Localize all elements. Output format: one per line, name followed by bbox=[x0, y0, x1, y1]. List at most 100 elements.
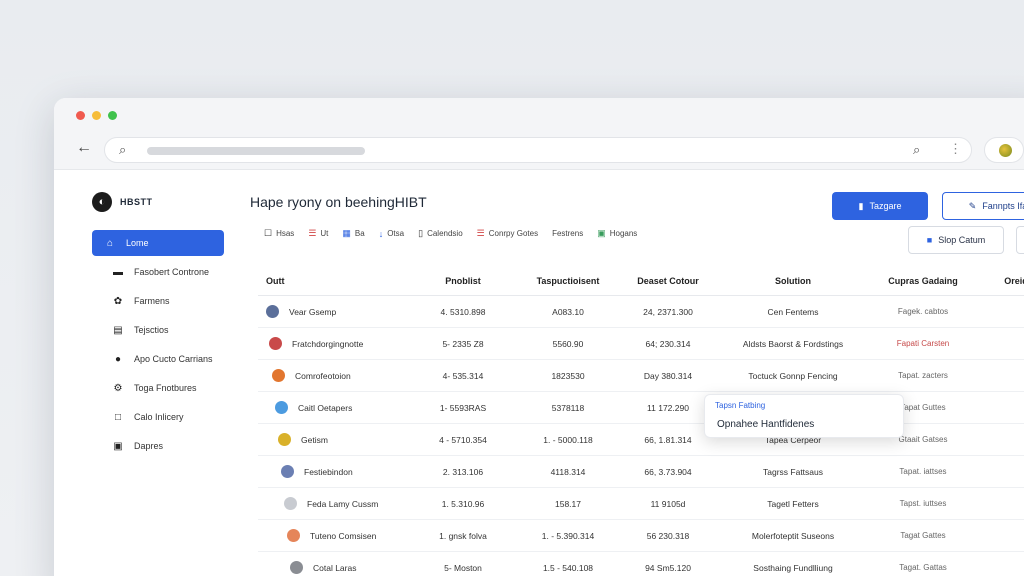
table-cell: Toctuck Gonnp Fencing bbox=[748, 370, 838, 381]
more-icon[interactable]: ⋮ bbox=[949, 141, 962, 157]
edit-icon: ✎ bbox=[968, 200, 977, 211]
sidebar-item-5[interactable]: ⚙ Toga Fnotbures bbox=[80, 375, 218, 401]
row-name: Comrofeotoion bbox=[295, 370, 351, 381]
arrow-left-icon[interactable]: ← bbox=[76, 139, 92, 157]
table-row[interactable]: Tuteno Comsisen 1. gnsk folva 1. - 5.390.3… bbox=[258, 520, 1024, 552]
table-cell: Tagat. Gattas bbox=[899, 563, 947, 572]
column-header[interactable]: Taspuctioisent bbox=[518, 276, 618, 286]
row-name-cell: Cotal Laras bbox=[258, 561, 408, 574]
table-cell: 66, 1.81.314 bbox=[644, 434, 692, 445]
column-header[interactable]: Outt bbox=[258, 276, 408, 286]
extra-button[interactable] bbox=[1016, 226, 1024, 254]
toolbar-label: Calendsio bbox=[427, 229, 463, 238]
row-name-cell: Comrofeotoion bbox=[258, 369, 408, 382]
sidebar-item-4[interactable]: ● Apo Cucto Carrians bbox=[80, 346, 218, 372]
sidebar-item-label: Tejsctios bbox=[134, 325, 169, 335]
row-avatar-icon bbox=[269, 337, 282, 350]
context-dropdown: Tapsn Fatbing Opnahee Hantfidenes bbox=[704, 394, 904, 438]
toolbar-label: Ba bbox=[354, 229, 365, 238]
dropdown-item[interactable]: Tapsn Fatbing bbox=[715, 401, 765, 410]
row-avatar-icon bbox=[284, 497, 297, 510]
outline-button[interactable]: ✎ Fannpts Ifa bbox=[942, 192, 1024, 220]
toolbar-item-2[interactable]: ▦ Ba bbox=[342, 228, 364, 239]
table-row[interactable]: Caitl Oetapers 1- 5593RAS 5378118 11 172.29… bbox=[258, 392, 1024, 424]
row-name-cell: Fratchdorgingnotte bbox=[258, 337, 408, 350]
toolbar-item-1[interactable]: ☰ Ut bbox=[308, 228, 328, 239]
table-row[interactable]: Vear Gsemp 4. 5310.898 A083.10 24, 2371.300… bbox=[258, 296, 1024, 328]
toolbar-item-7[interactable]: ▣ Hogans bbox=[597, 228, 637, 239]
table-cell: 5- Moston bbox=[444, 562, 482, 573]
profile-button[interactable] bbox=[984, 137, 1024, 163]
sidebar-item-3[interactable]: ▤ Tejsctios bbox=[80, 317, 218, 343]
app-logo[interactable]: ◐ HBSTT bbox=[92, 192, 232, 212]
sidebar-item-home[interactable]: ⌂ Lome bbox=[92, 230, 224, 256]
column-header[interactable]: Oreid bbox=[978, 276, 1024, 286]
sidebar-item-2[interactable]: ✿ Farmens bbox=[80, 288, 218, 314]
sidebar-item-1[interactable]: ▬ Fasobert Controne bbox=[80, 259, 218, 285]
row-name-cell: Feda Lamy Cussm bbox=[258, 497, 408, 510]
sidebar-nav: ⌂ Lome ▬ Fasobert Controne ✿ Farmens ▤ T… bbox=[72, 230, 232, 459]
table-cell: 5560.90 bbox=[552, 338, 584, 349]
table-cell: 158.17 bbox=[555, 498, 581, 509]
toolbar-label: Ut bbox=[320, 229, 329, 238]
row-name: Getism bbox=[301, 434, 328, 445]
sidebar-item-7[interactable]: ▣ Dapres bbox=[80, 433, 218, 459]
primary-button[interactable]: ▮ Tazgare bbox=[832, 192, 928, 220]
table-row[interactable]: Cotal Laras 5- Moston 1.5 - 540.108 94 Sm5.… bbox=[258, 552, 1024, 576]
grid-icon: ▦ bbox=[342, 228, 351, 238]
minimize-window-button[interactable] bbox=[92, 111, 101, 120]
primary-button-label: Tazgare bbox=[869, 201, 902, 211]
checkbox-icon: ☐ bbox=[264, 228, 273, 238]
toolbar-item-0[interactable]: ☐ Hsas bbox=[264, 228, 294, 239]
column-header[interactable]: Deaset Cotour bbox=[618, 276, 718, 286]
sidebar-item-6[interactable]: □ Calo Inlicery bbox=[80, 404, 218, 430]
table-row[interactable]: Fratchdorgingnotte 5- 2335 Z8 5560.90 64; 2… bbox=[258, 328, 1024, 360]
dropdown-item[interactable]: Opnahee Hantfidenes bbox=[717, 419, 814, 430]
main-content: Hape ryony on beehingHIBT ▮ Tazgare ✎ Fa… bbox=[250, 178, 1024, 576]
toolbar-item-5[interactable]: ☰ Conrpy Gotes bbox=[477, 228, 538, 239]
column-header[interactable]: Pnoblist bbox=[408, 276, 518, 286]
sidebar-item-label: Lome bbox=[126, 238, 149, 248]
maximize-window-button[interactable] bbox=[108, 111, 117, 120]
url-text-placeholder bbox=[147, 147, 365, 155]
address-bar[interactable]: ⌕ ⌕ ⋮ bbox=[104, 137, 972, 163]
table-cell: 1. - 5.390.314 bbox=[541, 530, 595, 541]
table-cell: Tapst. iuttses bbox=[899, 499, 947, 508]
search-icon[interactable]: ⌕ bbox=[913, 142, 920, 158]
table-cell: 4- 535.314 bbox=[442, 370, 484, 381]
column-header[interactable]: Cupras Gadaing bbox=[868, 276, 978, 286]
row-name: Festiebindon bbox=[304, 466, 353, 477]
puzzle-icon: ✿ bbox=[113, 295, 123, 307]
toolbar-label: Hsas bbox=[276, 229, 295, 238]
toolbar-label: Otsa bbox=[387, 229, 405, 238]
table-row[interactable]: Comrofeotoion 4- 535.314 1823530 Day 380.31… bbox=[258, 360, 1024, 392]
table-row[interactable]: Getism 4 - 5710.354 1. - 5000.118 66, 1.81.… bbox=[258, 424, 1024, 456]
table-cell: 56 230.318 bbox=[646, 530, 690, 541]
avatar-icon bbox=[999, 144, 1012, 157]
table-cell: 4118.314 bbox=[550, 466, 586, 477]
sidebar-item-label: Calo Inlicery bbox=[134, 412, 184, 422]
secondary-button[interactable]: ■ Slop Catum bbox=[908, 226, 1004, 254]
column-header[interactable]: Solution bbox=[718, 276, 868, 286]
toolbar-item-3[interactable]: ↓ Otsa bbox=[379, 229, 404, 239]
window-titlebar bbox=[54, 98, 1024, 130]
table-cell: Molerfoteptit Suseons bbox=[751, 530, 835, 541]
table-cell: Aldsts Baorst & Fordstings bbox=[742, 338, 844, 349]
toolbar-item-6[interactable]: Festrens bbox=[552, 229, 583, 238]
table-body: Vear Gsemp 4. 5310.898 A083.10 24, 2371.300… bbox=[258, 296, 1024, 576]
row-name: Vear Gsemp bbox=[289, 306, 337, 317]
toolbar-item-4[interactable]: ▯ Calendsio bbox=[418, 228, 463, 239]
table-row[interactable]: Festiebindon 2. 313.106 4118.314 66, 3.73.9… bbox=[258, 456, 1024, 488]
table-row[interactable]: Feda Lamy Cussm 1. 5.310.96 158.17 11 9105d… bbox=[258, 488, 1024, 520]
row-name: Fratchdorgingnotte bbox=[292, 338, 364, 349]
sidebar-item-label: Fasobert Controne bbox=[134, 267, 210, 277]
table-cell: 1. gnsk folva bbox=[439, 530, 487, 541]
table-cell: 5378118 bbox=[551, 402, 585, 413]
table-cell: Fapati Carsten bbox=[896, 339, 950, 348]
download-icon: ↓ bbox=[378, 228, 384, 239]
toolbar-label: Festrens bbox=[552, 229, 584, 238]
close-window-button[interactable] bbox=[76, 111, 85, 120]
table-cell: 64; 230.314 bbox=[645, 338, 691, 349]
table-cell: 1. - 5000.118 bbox=[543, 434, 593, 445]
table-cell: Fagek. cabtos bbox=[897, 307, 949, 316]
